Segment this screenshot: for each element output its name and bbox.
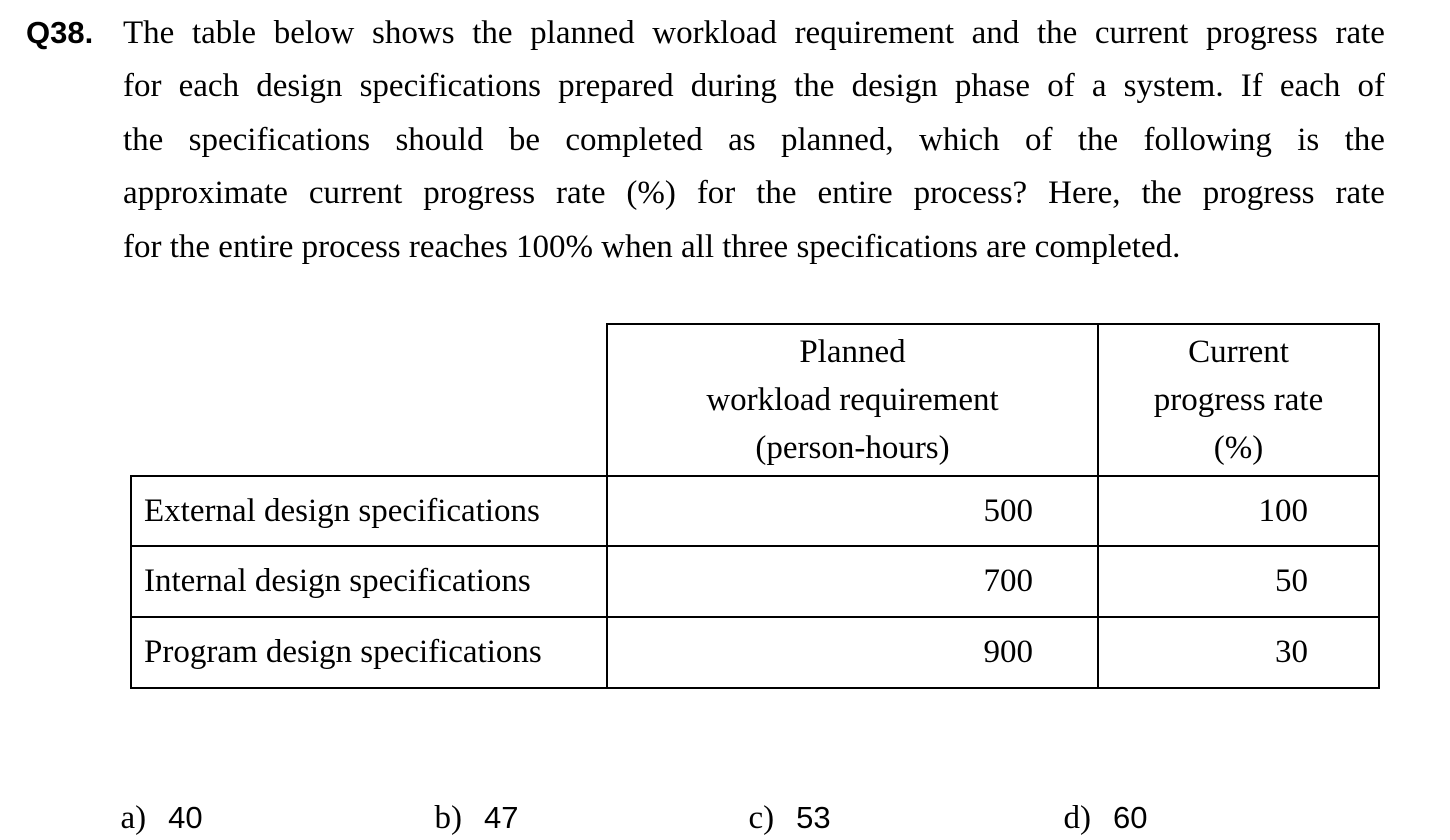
row-workload: 700 [606,545,1099,618]
question-word: If [1240,68,1263,104]
question-word: of [1047,68,1075,104]
question-word: which [919,122,1000,158]
question-line-5: for the entire process reaches 100% when… [123,229,1181,265]
header-planned-workload: Planned workload requirement (person-hou… [606,323,1099,477]
option-value: 53 [796,800,831,835]
question-word: progress [1202,175,1315,211]
question-word: rate [1335,15,1385,51]
question-word: following [1143,122,1272,158]
question-line-2: for each design specifications prepared durin… [123,67,1385,105]
question-word: current [308,175,403,211]
question-word: as [728,122,756,158]
question-word: is [1297,122,1320,158]
question-word: design [256,68,343,104]
question-word: a [1091,68,1107,104]
question-word: Here, [1048,175,1121,211]
question-word: requirement [794,15,954,51]
question-word: current [1094,15,1189,51]
question-word: the [1344,122,1385,158]
question-word: planned, [780,122,894,158]
header-progress-rate: Current progress rate (%) [1097,323,1380,477]
option-value: 47 [484,800,519,835]
option-d[interactable]: d) 60 [1047,752,1148,840]
header-workload-line: Planned [799,334,906,370]
question-word: the [1036,15,1078,51]
question-word: should [395,122,484,158]
question-word: phase [954,68,1031,104]
row-progress: 100 [1097,475,1380,547]
row-name: External design specifications [130,475,608,547]
question-word: table [191,15,257,51]
question-word: of [1025,122,1053,158]
header-progress-line: (%) [1213,430,1264,466]
question-word: rate [556,175,606,211]
question-word: approximate [123,175,288,211]
question-word: the [1077,122,1119,158]
question-word: for [696,175,736,211]
row-name: Internal design specifications [130,545,608,618]
question-word: and [971,15,1020,51]
question-line-4: approximate current progress rate (%) for the e… [123,174,1385,212]
question-word: below [273,15,355,51]
question-number: Q38. [26,15,94,50]
question-word: progress [423,175,536,211]
question-word: The [123,15,175,51]
question-word: the [472,15,513,51]
question-word: for [123,68,162,104]
header-workload-line: workload requirement [706,382,999,418]
question-word: prepared [558,68,674,104]
table-row: External design specifications 500 100 [130,475,1380,547]
option-letter: d) [1063,800,1092,836]
table-row: Internal design specifications 700 50 [130,545,1380,618]
question-word: rate [1335,175,1385,211]
row-progress: 50 [1097,545,1380,618]
question-line-3: the specifications should be completed as plan… [123,121,1385,159]
header-workload-line: (person-hours) [755,430,950,466]
question-word: system. [1123,68,1224,104]
question-word: the [123,122,164,158]
option-c[interactable]: c) 53 [732,752,831,840]
question-line-1: The table below shows the planned workload requ… [123,14,1385,52]
table-header-row: Planned workload requirement (person-hou… [131,323,1380,477]
row-progress: 30 [1097,616,1380,689]
question-word: specifications [359,68,542,104]
question-word: process? [913,175,1028,211]
table-row: Program design specifications 900 30 [130,616,1380,689]
question-word: workload [652,15,777,51]
question-word: the [794,68,835,104]
option-a[interactable]: a) 40 [104,752,203,840]
option-letter: c) [748,800,775,836]
table-corner-blank [131,324,608,477]
question-word: progress [1206,15,1318,51]
row-name: Program design specifications [130,616,608,689]
question-word: each [1279,68,1341,104]
option-value: 60 [1113,800,1148,835]
question-word: shows [372,15,455,51]
question-word: completed [565,122,703,158]
row-workload: 900 [606,616,1099,689]
question-word: the [1141,175,1182,211]
option-value: 40 [168,800,203,835]
question-word: the [756,175,797,211]
question-word: planned [530,15,635,51]
header-progress-line: progress rate [1153,382,1324,418]
header-progress-line: Current [1188,334,1289,370]
row-workload: 500 [606,475,1099,547]
option-b[interactable]: b) 47 [418,752,519,840]
question-word: entire [817,175,893,211]
question-word: be [508,122,540,158]
option-letter: b) [434,800,463,836]
question-word: each [178,68,240,104]
question-word: design [851,68,938,104]
question-word: (%) [626,175,676,211]
option-letter: a) [120,800,147,836]
question-word: of [1357,68,1385,104]
question-word: during [690,68,777,104]
progress-table: Planned workload requirement (person-hou… [130,323,1380,689]
question-word: specifications [188,122,371,158]
